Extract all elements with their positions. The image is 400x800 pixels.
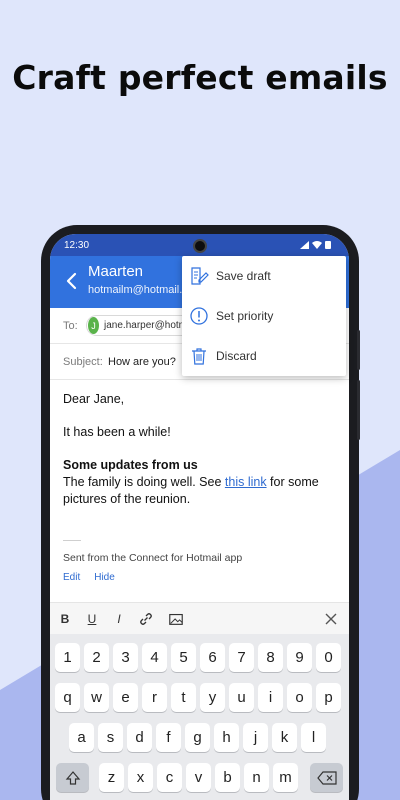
phone-side-button: [357, 330, 360, 370]
sender-email: hotmailm@hotmail.c: [88, 284, 188, 296]
subject-label: Subject:: [63, 356, 103, 368]
image-icon[interactable]: [168, 610, 184, 628]
shift-key[interactable]: [56, 763, 89, 792]
back-arrow-icon[interactable]: [60, 269, 84, 293]
key-n[interactable]: n: [244, 763, 269, 792]
bold-button[interactable]: B: [56, 610, 74, 628]
avatar: J: [88, 317, 100, 334]
signal-icon: [300, 240, 309, 249]
status-time: 12:30: [64, 240, 90, 251]
key-k[interactable]: k: [272, 723, 297, 752]
key-h[interactable]: h: [214, 723, 239, 752]
key-y[interactable]: y: [200, 683, 225, 712]
email-body[interactable]: Dear Jane, It has been a while! Some upd…: [63, 391, 333, 508]
overflow-menu: Save draft Set priority Discard: [182, 256, 346, 376]
recipient-chip[interactable]: J jane.harper@hotm: [86, 315, 196, 336]
signature-hide-link[interactable]: Hide: [94, 572, 115, 583]
signature-actions: Edit Hide: [63, 572, 115, 583]
close-icon[interactable]: [322, 610, 340, 628]
key-8[interactable]: 8: [258, 643, 283, 672]
headline: Craft perfect emails: [12, 58, 388, 97]
menu-item-save-draft[interactable]: Save draft: [182, 256, 346, 296]
sender-name: Maarten: [88, 263, 144, 280]
key-e[interactable]: e: [113, 683, 138, 712]
key-b[interactable]: b: [215, 763, 240, 792]
key-3[interactable]: 3: [113, 643, 138, 672]
camera-cutout: [193, 239, 207, 253]
status-icons: [300, 240, 331, 249]
key-t[interactable]: t: [171, 683, 196, 712]
trash-icon: [188, 345, 210, 367]
signature-edit-link[interactable]: Edit: [63, 572, 80, 583]
key-q[interactable]: q: [55, 683, 80, 712]
key-j[interactable]: j: [243, 723, 268, 752]
save-draft-icon: [188, 265, 210, 287]
key-6[interactable]: 6: [200, 643, 225, 672]
key-z[interactable]: z: [99, 763, 124, 792]
italic-button[interactable]: I: [110, 610, 128, 628]
key-4[interactable]: 4: [142, 643, 167, 672]
key-p[interactable]: p: [316, 683, 341, 712]
backspace-key[interactable]: [310, 763, 343, 792]
key-1[interactable]: 1: [55, 643, 80, 672]
priority-icon: [188, 305, 210, 327]
battery-icon: [325, 241, 331, 249]
to-label: To:: [63, 320, 78, 332]
key-v[interactable]: v: [186, 763, 211, 792]
key-m[interactable]: m: [273, 763, 298, 792]
format-toolbar: B U I: [50, 602, 349, 634]
key-a[interactable]: a: [69, 723, 94, 752]
key-x[interactable]: x: [128, 763, 153, 792]
backspace-icon: [316, 770, 337, 785]
key-w[interactable]: w: [84, 683, 109, 712]
key-5[interactable]: 5: [171, 643, 196, 672]
key-f[interactable]: f: [156, 723, 181, 752]
signature: Sent from the Connect for Hotmail app: [63, 552, 243, 564]
key-u[interactable]: u: [229, 683, 254, 712]
key-s[interactable]: s: [98, 723, 123, 752]
body-paragraph: The family is doing well. See this link …: [63, 474, 333, 508]
menu-item-label: Set priority: [216, 309, 274, 323]
key-g[interactable]: g: [185, 723, 210, 752]
greeting: Dear Jane,: [63, 392, 125, 406]
phone-side-button: [357, 380, 360, 440]
underline-button[interactable]: U: [83, 610, 101, 628]
body-line: It has been a while!: [63, 425, 171, 439]
status-bar: 12:30: [50, 234, 349, 256]
shift-icon: [65, 770, 80, 785]
subject-value: How are you?: [108, 356, 176, 368]
key-2[interactable]: 2: [84, 643, 109, 672]
key-9[interactable]: 9: [287, 643, 312, 672]
key-7[interactable]: 7: [229, 643, 254, 672]
key-r[interactable]: r: [142, 683, 167, 712]
key-0[interactable]: 0: [316, 643, 341, 672]
menu-item-set-priority[interactable]: Set priority: [182, 296, 346, 336]
menu-item-label: Save draft: [216, 269, 271, 283]
key-i[interactable]: i: [258, 683, 283, 712]
body-heading: Some updates from us: [63, 458, 198, 472]
key-d[interactable]: d: [127, 723, 152, 752]
key-o[interactable]: o: [287, 683, 312, 712]
paragraph-text: The family is doing well. See: [63, 475, 225, 489]
reunion-link[interactable]: this link: [225, 475, 267, 489]
keyboard: 1234567890 qwertyuiop asdfghjkl zxcvbnm: [50, 634, 349, 800]
signature-divider: [63, 540, 81, 541]
recipient-email: jane.harper@hotm: [104, 320, 187, 331]
wifi-icon: [312, 240, 322, 249]
menu-item-label: Discard: [216, 349, 257, 363]
link-icon[interactable]: [137, 610, 155, 628]
key-l[interactable]: l: [301, 723, 326, 752]
menu-item-discard[interactable]: Discard: [182, 336, 346, 376]
key-c[interactable]: c: [157, 763, 182, 792]
